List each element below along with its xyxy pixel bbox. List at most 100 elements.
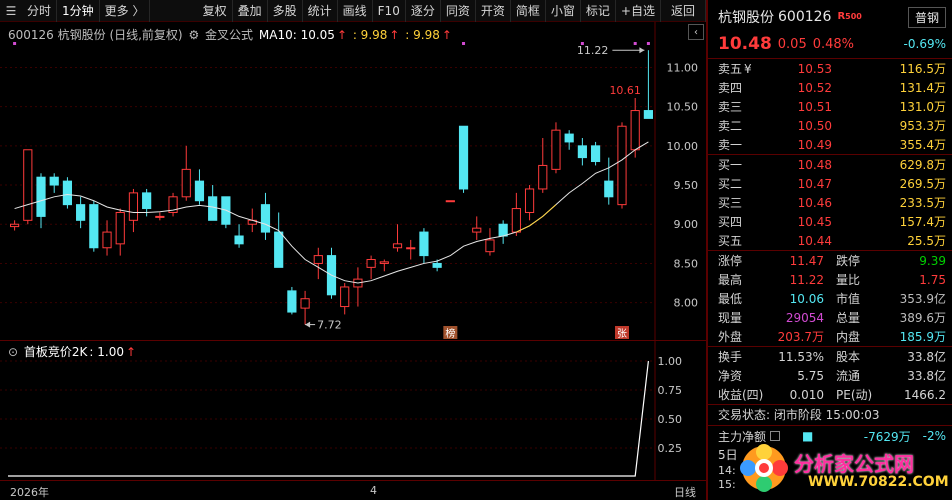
multi-stock-button[interactable]: 多股 [268,0,303,22]
ask-level: 卖三 [718,100,743,114]
ask-volume: 116.5万 [899,62,946,76]
tab-more[interactable]: 更多 〉 [100,0,151,22]
candle-body-up [313,255,323,264]
bid-row[interactable]: 买一 10.48 629.8万 [708,155,952,174]
candle-body-up [128,192,139,221]
candle-body-up [379,261,389,264]
y-tick-label: 9.50 [674,179,699,192]
ask-row[interactable]: 卖三 10.51 131.0万 [708,97,952,116]
candle-body-up [472,227,482,233]
kline-chart[interactable]: 600126 杭钢股份 (日线,前复权) ⚙ 金叉公式 MA10: 10.05 ↑… [0,22,706,340]
small-window-button[interactable]: 小窗 [546,0,581,22]
menu-icon[interactable]: ☰ [0,0,22,22]
mark-button[interactable]: 标记 [581,0,616,22]
low-price-label: 7.72 [317,319,342,332]
ask-label: 卖三 [718,98,762,115]
ask-volume: 355.4万 [899,138,946,152]
fund-value-2: 33.8亿 [907,350,946,364]
candle-body-up [366,259,376,268]
candle-body-up [524,188,535,213]
sector-change-pct: -0.69% [903,37,946,51]
y-tick-label: 11.00 [667,61,699,74]
candle-body-up [617,125,627,206]
candle-body-down [36,176,46,217]
bid-row[interactable]: 买四 10.45 157.4万 [708,212,952,231]
add-watchlist-button[interactable]: +自选 [616,0,661,22]
simple-frame-button[interactable]: 简框 [511,0,546,22]
candle-body-up [115,211,125,245]
collapse-icon[interactable]: ‹ [688,24,704,40]
logo-text: 分析家公式网 [794,452,914,476]
fund-key-2: 流通 [836,369,861,383]
bid-book: 买一 10.48 629.8万 买二 10.47 269.5万 买三 10.46 233.5万买… [708,155,952,250]
ask-price: 10.51 [797,99,832,114]
tab-1min[interactable]: 1分钟 [57,0,100,22]
y-tick-label: 9.00 [674,218,699,231]
legend-stock: 600126 杭钢股份 (日线,前复权) [8,28,183,42]
legend-gear-icon[interactable]: ⚙ [188,28,199,42]
tab-intraday[interactable]: 分时 [22,0,58,22]
ask-row[interactable]: 卖五 ¥10.53 116.5万 [708,59,952,78]
bid-label: 买三 [718,196,743,210]
sub-indicator-line [8,360,649,477]
bid-price: 10.46 [797,195,832,210]
high-arrow-head [639,47,645,54]
low-arrow-head [305,321,311,328]
candle-body-down [432,262,442,268]
fund-key-2: PE(动) [836,388,873,402]
open-capital-button[interactable]: 开资 [476,0,511,22]
candle-body-down [274,231,284,268]
candle-body-down [76,204,86,221]
ask-row[interactable]: 卖四 10.52 131.4万 [708,78,952,97]
stat-value-2: 1.75 [919,272,946,287]
f10-button[interactable]: F10 [373,0,406,22]
bid-row[interactable]: 买二 10.47 269.5万 [708,174,952,193]
candle-body-up [102,231,112,249]
axis-period-label[interactable]: 日线 [674,484,696,500]
same-capital-button[interactable]: 同资 [441,0,476,22]
stat-key-2: 市值 [836,292,861,306]
ask-row[interactable]: 卖一 10.49 355.4万 [708,135,952,154]
stat-key-2: 跌停 [836,254,861,268]
sub-y-tick-label: 1.00 [658,355,683,368]
overlay-button[interactable]: 叠加 [233,0,268,22]
sub-legend-icon[interactable]: ⊙ [8,345,18,359]
ask-row[interactable]: 卖二 10.50 953.3万 [708,116,952,135]
candle-body-up [538,164,548,190]
ask-volume: 953.3万 [899,119,946,133]
stat-key: 最高 [718,273,743,287]
candle-body-down [194,180,205,202]
candle-body-down [643,110,653,119]
candle-body-down [260,204,271,233]
fund-key: 换手 [718,350,743,364]
bid-price: 10.47 [797,176,832,191]
ask-level: 卖五 [718,62,743,76]
bid-row[interactable]: 买五 10.44 25.5万 [708,231,952,250]
tick-button[interactable]: 逐分 [406,0,441,22]
candle-body-up [406,247,416,250]
stat-value: 29054 [785,310,824,325]
main-legend: 600126 杭钢股份 (日线,前复权) ⚙ 金叉公式 MA10: 10.05 ↑… [8,26,454,43]
candle-body-up [392,243,403,249]
adjust-button[interactable]: 复权 [198,0,233,22]
candle-body-down [287,290,297,313]
sector-tab[interactable]: 普钢 [907,6,946,28]
sub-indicator-chart[interactable]: ⊙ 首板竞价2K: 1.00 ↑ 1.00 0.75 0.50 0.25 [0,340,706,481]
price-line: 10.48 0.05 0.48% -0.69% [708,34,952,54]
ask-price: 10.49 [797,137,832,152]
stat-row: 现量 29054 总量 389.6万 [708,308,952,327]
candle-body-down [458,125,469,190]
legend-value-3: : 9.98 [405,28,440,42]
fund-value-2: 1466.2 [904,387,946,402]
bid-volume: 25.5万 [907,234,946,248]
back-button[interactable]: 返回 [661,0,706,22]
draw-line-button[interactable]: 画线 [338,0,373,22]
stats-button[interactable]: 统计 [303,0,338,22]
sub-legend-arrow: ↑ [125,345,137,359]
stat-value-2: 389.6万 [899,311,946,325]
stat-value: 11.47 [789,253,824,268]
stat-row: 最低 10.06 市值 353.9亿 [708,289,952,308]
r-badge-number: 500 [845,12,862,21]
bid-row[interactable]: 买三 10.46 233.5万 [708,193,952,212]
stat-value-2: 353.9亿 [899,292,946,306]
